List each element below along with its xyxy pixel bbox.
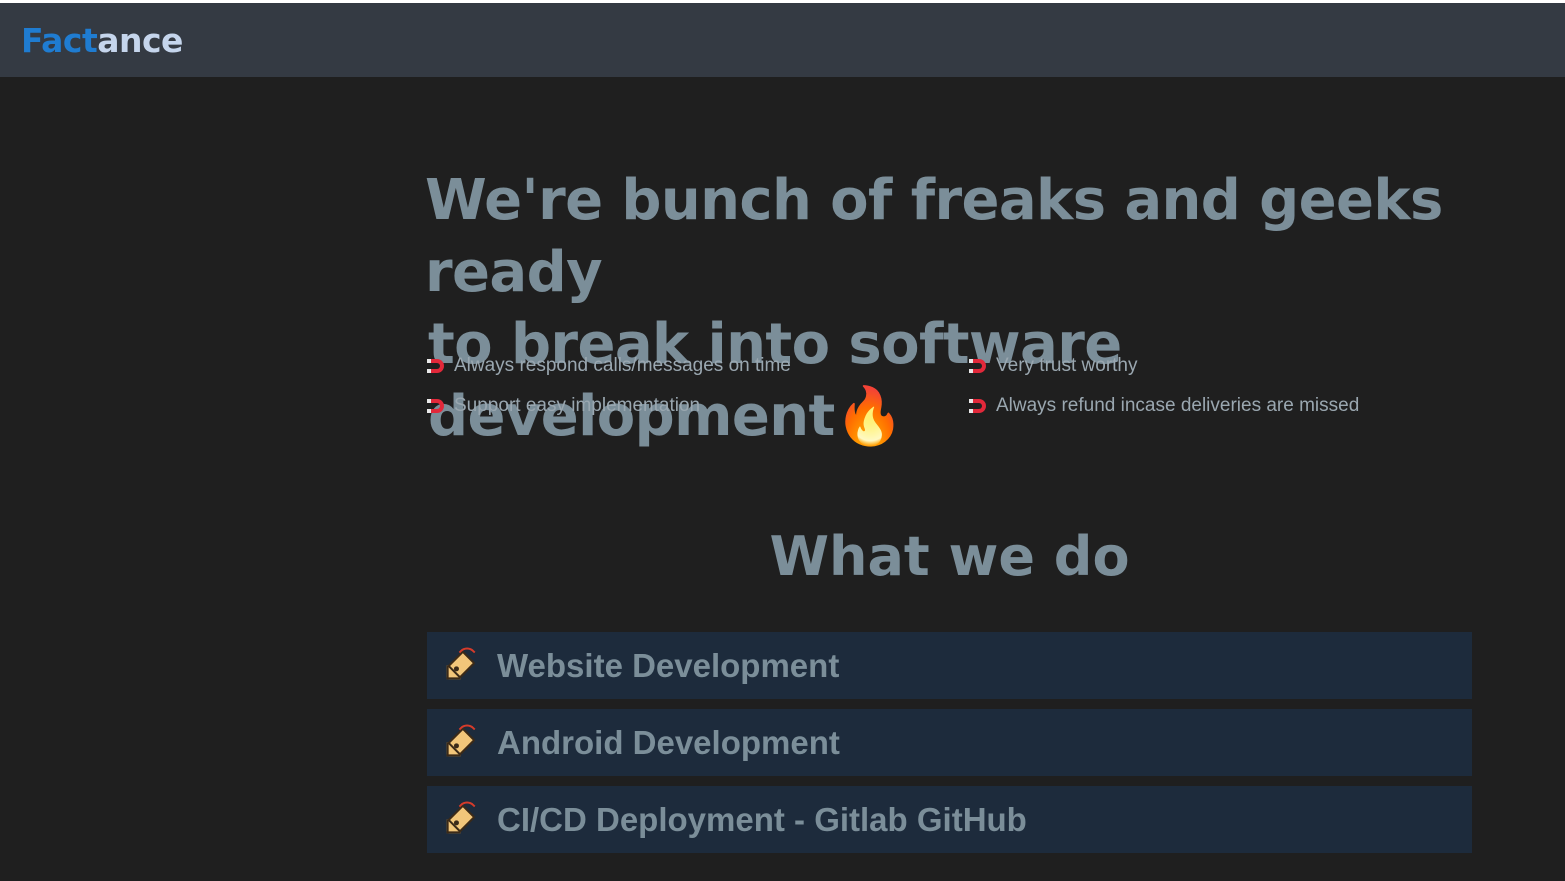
tag-icon (442, 719, 479, 761)
section-title-what-we-do: What we do (769, 525, 1130, 588)
feature-label: Always refund incase deliveries are miss… (996, 395, 1360, 416)
service-label: CI/CD Deployment - Gitlab GitHub (497, 800, 1027, 838)
service-card-android[interactable]: Android Development (427, 709, 1472, 776)
service-label: Website Development (497, 646, 840, 684)
brand-part-ance: ance (97, 21, 183, 60)
feature-list: Always respond calls/messages on time Ve… (427, 352, 1488, 420)
magnet-icon (427, 399, 444, 413)
feature-item: Support easy implementation (427, 392, 970, 420)
feature-item: Always refund incase deliveries are miss… (969, 392, 1470, 420)
feature-item: Very trust worthy (969, 352, 1470, 380)
tag-icon (442, 796, 479, 838)
tag-icon (442, 642, 479, 684)
magnet-icon (969, 359, 986, 373)
magnet-icon (427, 359, 444, 373)
feature-label: Always respond calls/messages on time (454, 355, 791, 376)
feature-label: Very trust worthy (996, 355, 1138, 376)
hero-line-1: We're bunch of freaks and geeks ready (425, 168, 1443, 305)
service-card-cicd[interactable]: CI/CD Deployment - Gitlab GitHub (427, 786, 1472, 853)
services-list: Website Development Android Development … (427, 632, 1472, 863)
brand-part-fact: Fact (21, 21, 98, 60)
brand-logo[interactable]: Factance (21, 21, 183, 61)
service-label: Android Development (497, 723, 840, 761)
feature-item: Always respond calls/messages on time (427, 352, 970, 380)
feature-label: Support easy implementation (454, 395, 701, 416)
magnet-icon (969, 399, 986, 413)
navbar: Factance (0, 3, 1565, 77)
service-card-website[interactable]: Website Development (427, 632, 1472, 699)
